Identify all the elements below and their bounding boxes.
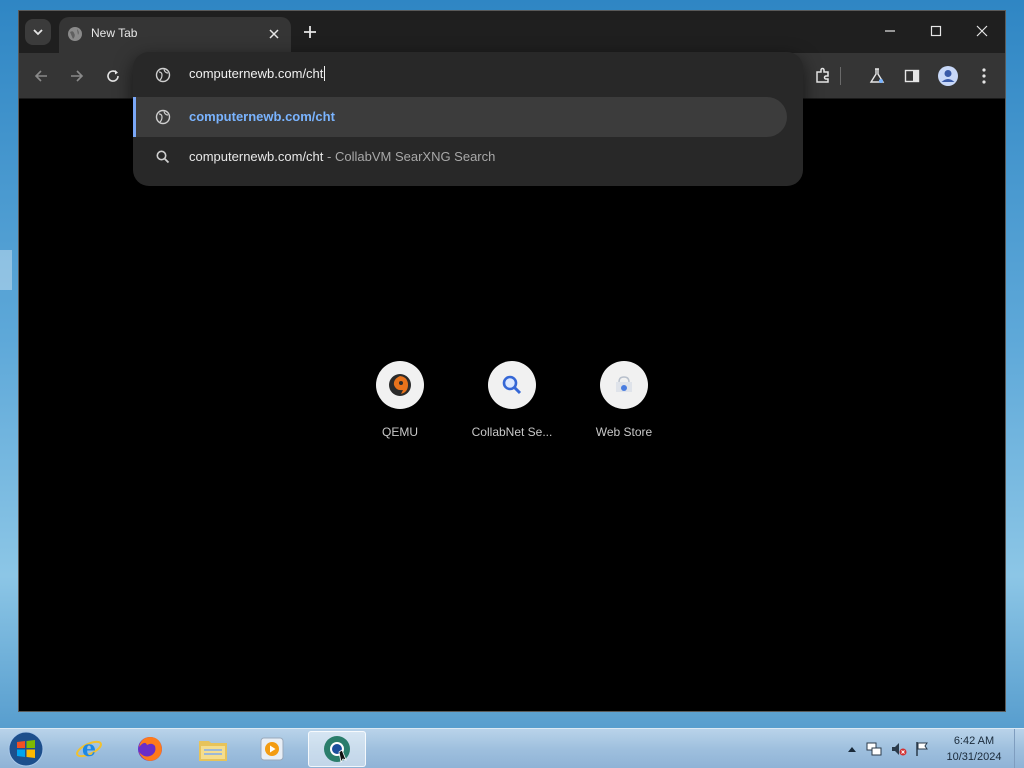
text-caret (324, 66, 326, 81)
back-button[interactable] (29, 64, 53, 88)
flask-icon (869, 68, 885, 83)
globe-icon (155, 109, 171, 125)
avatar-icon (938, 66, 958, 86)
suggestion-engine: - CollabVM SearXNG Search (327, 149, 496, 164)
volume-muted-icon (892, 743, 907, 756)
minimize-button[interactable] (867, 17, 913, 45)
tab-title: New Tab (91, 26, 138, 40)
close-window-button[interactable] (959, 17, 1005, 45)
show-desktop-button[interactable] (1014, 729, 1024, 768)
web-store-icon (616, 376, 632, 392)
kebab-menu-icon (982, 68, 986, 84)
shortcut-web-store[interactable]: Web Store (569, 361, 679, 439)
side-panel-icon (904, 69, 920, 83)
taskbar-firefox[interactable] (121, 731, 179, 767)
new-tab-button[interactable] (299, 21, 321, 43)
maximize-button[interactable] (913, 17, 959, 45)
browser-window: New Tab computernewb.com/cht computernew… (18, 10, 1006, 712)
chevron-up-icon (848, 747, 856, 752)
shortcut-label: CollabNet Se... (471, 425, 553, 439)
globe-icon (68, 27, 82, 41)
suggestion-url-text: computernewb.com/cht (189, 109, 335, 124)
taskbar: e 6:42 AM 10/31/2024 (0, 728, 1024, 768)
omnibox-dropdown: computernewb.com/cht computernewb.com/ch… (133, 52, 803, 186)
network-icon (866, 742, 882, 756)
maximize-icon (930, 25, 942, 37)
qemu-icon (389, 374, 411, 396)
arrow-right-icon (71, 70, 84, 82)
forward-button[interactable] (65, 64, 89, 88)
action-center-tray-button[interactable] (914, 741, 930, 757)
network-tray-button[interactable] (866, 741, 882, 757)
firefox-icon (138, 737, 162, 761)
clock-date: 10/31/2024 (946, 751, 1002, 763)
suggestion-search-text: computernewb.com/cht - CollabVM SearXNG … (189, 149, 495, 164)
reload-icon (107, 70, 119, 82)
clock-time: 6:42 AM (953, 735, 995, 747)
search-icon (156, 150, 170, 164)
suggestion-url[interactable]: computernewb.com/cht (133, 97, 787, 137)
plus-icon (304, 26, 316, 38)
globe-icon (155, 67, 171, 83)
menu-button[interactable] (972, 64, 996, 88)
minimize-icon (885, 30, 895, 32)
shortcut-tile (488, 361, 536, 409)
start-button[interactable] (6, 730, 46, 768)
shortcut-label: Web Store (595, 425, 653, 439)
shortcut-tile (376, 361, 424, 409)
suggestion-query: computernewb.com/cht (189, 149, 324, 164)
shortcut-collabnet-search[interactable]: CollabNet Se... (457, 361, 567, 439)
windows-start-orb-icon (8, 731, 44, 767)
side-panel-button[interactable] (900, 64, 924, 88)
desktop-background (0, 250, 12, 290)
taskbar-file-explorer[interactable] (184, 731, 242, 767)
puzzle-icon (816, 67, 829, 83)
extensions-button[interactable] (811, 64, 835, 88)
shortcut-label: QEMU (382, 425, 418, 439)
labs-button[interactable] (865, 64, 889, 88)
volume-tray-button[interactable] (891, 741, 907, 757)
show-hidden-icons-button[interactable] (844, 741, 860, 757)
flag-icon (916, 742, 928, 756)
reload-button[interactable] (101, 64, 125, 88)
toolbar-divider (839, 64, 841, 88)
suggestion-search[interactable]: computernewb.com/cht - CollabVM SearXNG … (133, 137, 787, 177)
tab-search-button[interactable] (25, 19, 51, 45)
search-magnifier-icon (502, 375, 522, 395)
taskbar-internet-explorer[interactable]: e (60, 731, 118, 767)
chevron-down-icon (33, 29, 43, 36)
tab-new-tab[interactable]: New Tab (59, 17, 291, 53)
internet-explorer-icon: e (76, 736, 102, 762)
tab-close-button[interactable] (265, 25, 283, 43)
taskbar-chrome[interactable] (308, 731, 366, 767)
system-clock[interactable]: 6:42 AM 10/31/2024 (936, 733, 1012, 765)
profile-button[interactable] (936, 64, 960, 88)
arrow-left-icon (34, 70, 47, 82)
address-value: computernewb.com/cht (189, 66, 324, 81)
taskbar-media-player[interactable] (243, 731, 301, 767)
media-player-icon (260, 737, 284, 761)
file-explorer-icon (199, 741, 227, 761)
tab-strip: New Tab (19, 11, 1005, 53)
close-icon (269, 29, 279, 39)
svg-text:e: e (82, 736, 96, 762)
shortcut-tile (600, 361, 648, 409)
address-bar[interactable]: computernewb.com/cht (133, 52, 803, 96)
address-input[interactable]: computernewb.com/cht (189, 66, 326, 81)
close-icon (976, 25, 988, 37)
chrome-icon (324, 736, 350, 764)
shortcut-qemu[interactable]: QEMU (345, 361, 455, 439)
